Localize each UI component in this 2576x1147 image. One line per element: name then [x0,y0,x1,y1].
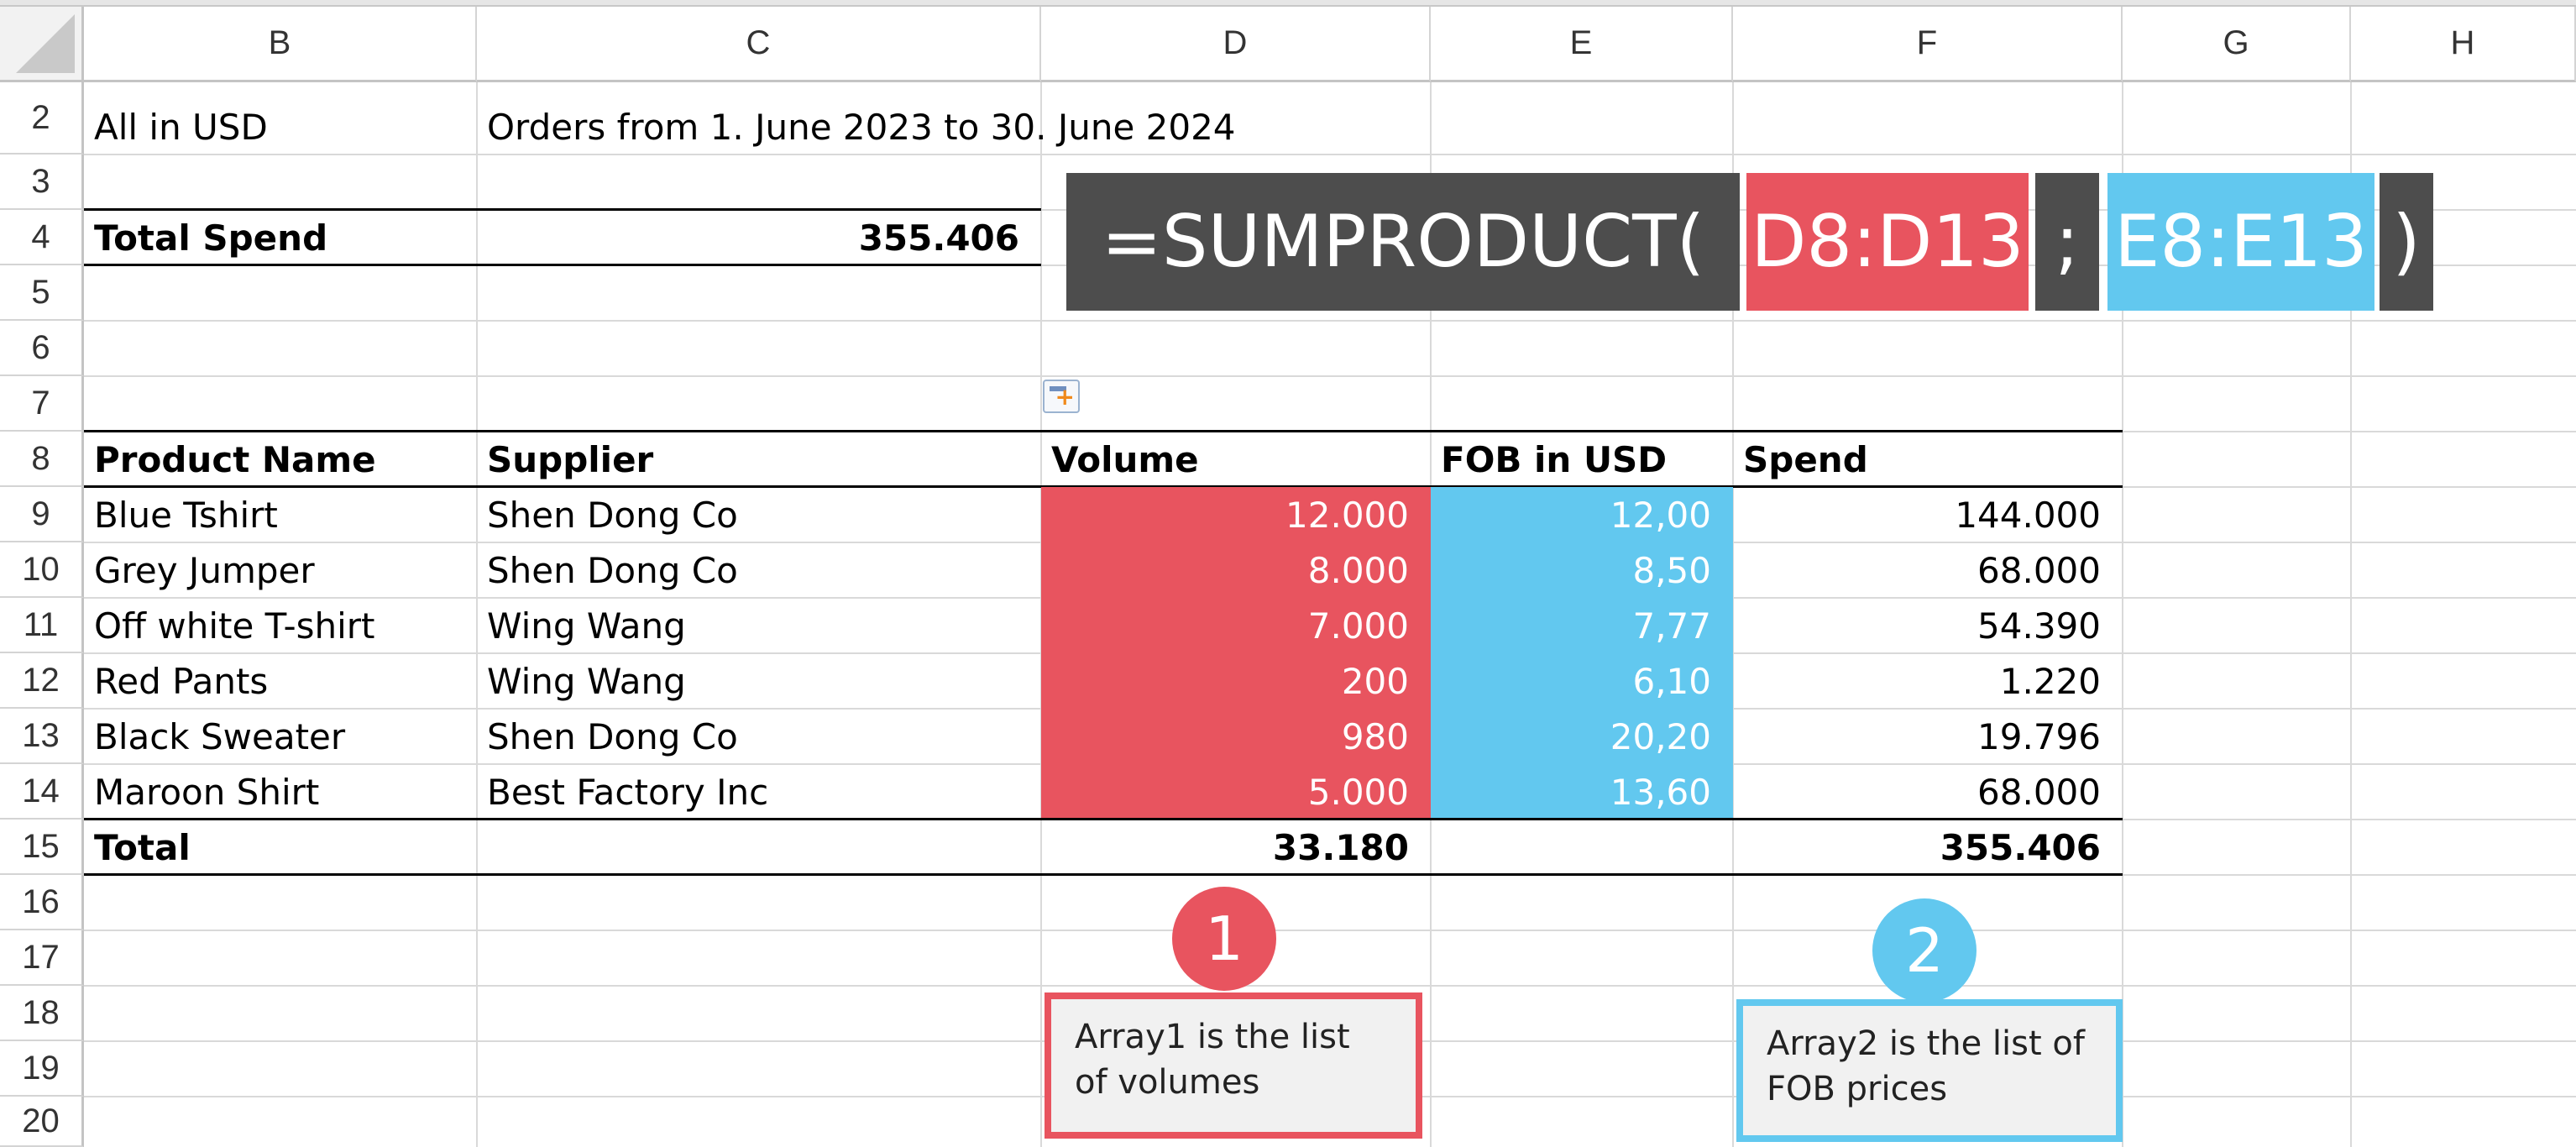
formula-array2: E8:E13 [2107,173,2374,311]
paste-options-icon[interactable]: + [1043,380,1080,413]
row-header-3[interactable]: 3 [0,155,84,210]
row-header-10[interactable]: 10 [0,542,84,598]
row-header-16[interactable]: 16 [0,875,84,930]
cell-volume[interactable]: 8.000 [1041,542,1431,598]
callout-note-2: Array2 is the list of FOB prices [1736,999,2123,1142]
cell-volume[interactable]: 7.000 [1041,598,1431,653]
cell-b2[interactable]: All in USD [84,99,477,155]
row-header-14[interactable]: 14 [0,764,84,820]
row-header-11[interactable]: 11 [0,598,84,653]
cell-product[interactable]: Blue Tshirt [84,487,477,542]
select-all-corner[interactable] [0,7,84,82]
column-header-b[interactable]: B [84,7,477,82]
gridline [84,930,2576,931]
cell-c2[interactable]: Orders from 1. June 2023 to 30. June 202… [477,99,1401,155]
cell-supplier[interactable]: Shen Dong Co [477,542,1041,598]
row-header-9[interactable]: 9 [0,487,84,542]
table-header-fob[interactable]: FOB in USD [1431,432,1733,487]
row-header-18[interactable]: 18 [0,986,84,1041]
cell-volume[interactable]: 5.000 [1041,764,1431,820]
cell-fob[interactable]: 20,20 [1431,709,1733,764]
border-line [84,264,1041,266]
cell-fob[interactable]: 13,60 [1431,764,1733,820]
cell-total-volume[interactable]: 33.180 [1041,820,1431,875]
cell-fob[interactable]: 7,77 [1431,598,1733,653]
formula-function: =SUMPRODUCT( [1066,173,1740,311]
table-header-volume[interactable]: Volume [1041,432,1431,487]
cell-product[interactable]: Off white T-shirt [84,598,477,653]
cell-spend[interactable]: 68.000 [1733,542,2123,598]
row-header-6[interactable]: 6 [0,321,84,376]
cell-volume[interactable]: 12.000 [1041,487,1431,542]
row-header-5[interactable]: 5 [0,265,84,321]
column-header-e[interactable]: E [1431,7,1733,82]
row-header-12[interactable]: 12 [0,653,84,709]
row-header-15[interactable]: 15 [0,820,84,875]
callout-badge-1: 1 [1172,887,1276,991]
formula-separator: ; [2035,173,2099,311]
cell-supplier[interactable]: Shen Dong Co [477,487,1041,542]
cell-spend[interactable]: 144.000 [1733,487,2123,542]
row-header-4[interactable]: 4 [0,210,84,265]
gridline [84,985,2576,987]
toolbar-edge [0,0,2576,7]
row-header-8[interactable]: 8 [0,432,84,487]
cell-b4[interactable]: Total Spend [84,210,477,265]
column-header-h[interactable]: H [2351,7,2576,82]
table-header-spend[interactable]: Spend [1733,432,2123,487]
row-header-2[interactable]: 2 [0,82,84,155]
column-header-g[interactable]: G [2123,7,2351,82]
cell-fob[interactable]: 6,10 [1431,653,1733,709]
column-header-c[interactable]: C [477,7,1041,82]
table-header-supplier[interactable]: Supplier [477,432,1041,487]
row-header-13[interactable]: 13 [0,709,84,764]
cell-spend[interactable]: 68.000 [1733,764,2123,820]
callout-note-1: Array1 is the list of volumes [1045,992,1422,1139]
spreadsheet: B C D E F G H 2 3 4 5 6 7 8 9 10 11 12 1… [0,0,2576,1147]
cell-c4[interactable]: 355.406 [477,210,1041,265]
row-header-17[interactable]: 17 [0,930,84,986]
cell-product[interactable]: Red Pants [84,653,477,709]
cell-supplier[interactable]: Shen Dong Co [477,709,1041,764]
cell-supplier[interactable]: Wing Wang [477,653,1041,709]
row-header-19[interactable]: 19 [0,1041,84,1097]
row-header-20[interactable]: 20 [0,1097,84,1147]
cell-volume[interactable]: 200 [1041,653,1431,709]
cell-fob[interactable]: 12,00 [1431,487,1733,542]
cell-volume[interactable]: 980 [1041,709,1431,764]
formula-array1: D8:D13 [1746,173,2029,311]
column-header-d[interactable]: D [1041,7,1431,82]
cell-product[interactable]: Maroon Shirt [84,764,477,820]
cell-product[interactable]: Grey Jumper [84,542,477,598]
border-line [84,873,2123,876]
row-header-7[interactable]: 7 [0,376,84,432]
cell-spend[interactable]: 1.220 [1733,653,2123,709]
cell-spend[interactable]: 19.796 [1733,709,2123,764]
callout-badge-2: 2 [1872,898,1977,1003]
cell-fob[interactable]: 8,50 [1431,542,1733,598]
gridline [84,375,2576,377]
formula-close: ) [2380,173,2433,311]
cell-supplier[interactable]: Best Factory Inc [477,764,1041,820]
cell-total-spend[interactable]: 355.406 [1733,820,2123,875]
column-header-f[interactable]: F [1733,7,2123,82]
cell-product[interactable]: Black Sweater [84,709,477,764]
gridline [84,320,2576,322]
cell-spend[interactable]: 54.390 [1733,598,2123,653]
cell-supplier[interactable]: Wing Wang [477,598,1041,653]
cell-total-label[interactable]: Total [84,820,477,875]
table-header-product[interactable]: Product Name [84,432,477,487]
